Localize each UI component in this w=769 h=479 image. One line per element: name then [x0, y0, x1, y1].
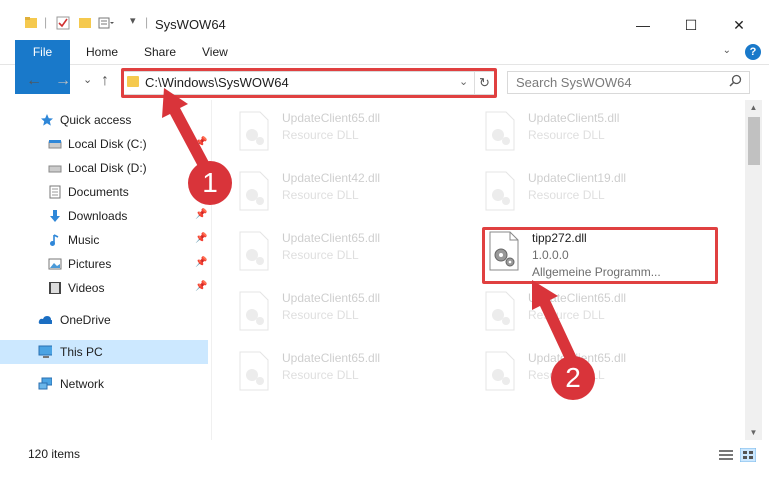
annotation-arrows — [162, 88, 578, 366]
callout-badge-1: 1 — [188, 161, 232, 205]
callout-badge-2: 2 — [551, 356, 595, 400]
arrow-2 — [532, 280, 578, 366]
